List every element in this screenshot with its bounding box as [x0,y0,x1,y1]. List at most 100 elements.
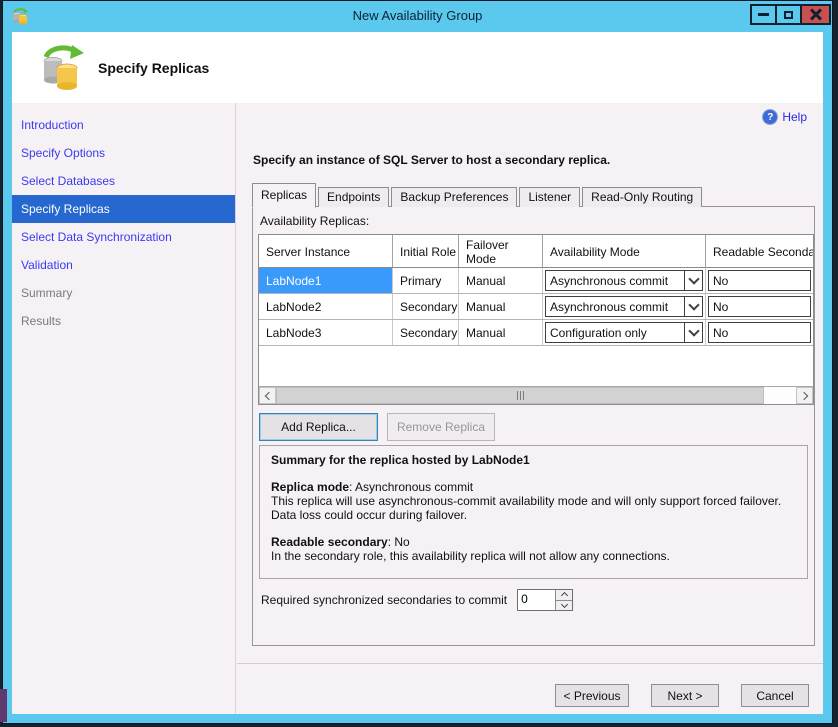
tab-endpoints[interactable]: Endpoints [318,187,389,207]
chevron-up-icon [561,592,568,599]
sidebar-item-specify-options[interactable]: Specify Options [12,139,235,167]
readable-secondary-dropdown[interactable]: No [708,322,811,343]
grid-empty-area [259,346,813,386]
maximize-icon [784,11,793,19]
spinner-value[interactable]: 0 [518,590,555,610]
tab-read-only-routing[interactable]: Read-Only Routing [582,187,702,207]
chevron-left-icon [264,391,272,399]
tab-strip: Replicas Endpoints Backup Preferences Li… [252,184,704,207]
minimize-button[interactable] [750,4,777,25]
cell-server-instance[interactable]: LabNode3 [259,320,393,345]
sidebar-item-validation[interactable]: Validation [12,251,235,279]
spinner-up-button[interactable] [556,590,572,601]
remove-replica-button: Remove Replica [387,413,495,441]
grip-icon [520,391,521,400]
availability-replicas-grid: Server Instance Initial Role Failover Mo… [258,234,814,405]
summary-readable-desc: In the secondary role, this availability… [271,549,796,563]
chevron-down-icon[interactable] [684,323,702,342]
summary-title: Summary for the replica hosted by LabNod… [271,453,796,467]
dropdown-value: Asynchronous commit [546,274,684,288]
wizard-header: Specify Replicas [12,32,823,103]
dropdown-value: Asynchronous commit [546,300,684,314]
chevron-down-icon [561,601,568,608]
required-secondaries-spinner[interactable]: 0 [517,589,573,611]
scrollbar-thumb[interactable] [276,387,764,404]
scroll-right-button[interactable] [796,387,813,404]
dialog-window: New Availability Group Specify Replicas [2,0,833,724]
cell-failover-mode[interactable]: Manual [459,320,543,345]
footer-divider [237,663,823,664]
availability-mode-dropdown[interactable]: Asynchronous commit [545,296,703,317]
replica-buttons: Add Replica... Remove Replica [259,413,495,441]
dialog-pane: Specify Replicas Introduction Specify Op… [12,32,823,714]
window-title: New Availability Group [3,8,832,23]
summary-replica-mode-desc: This replica will use asynchronous-commi… [271,494,796,522]
chevron-right-icon [799,391,807,399]
cancel-button[interactable]: Cancel [741,684,809,707]
cell-initial-role[interactable]: Secondary [393,320,459,345]
column-header-failover-mode[interactable]: Failover Mode [459,235,543,267]
dropdown-value: Configuration only [546,326,684,340]
tab-replicas[interactable]: Replicas [252,183,316,208]
cell-initial-role[interactable]: Primary [393,268,459,293]
window-controls [752,4,831,25]
column-header-availability-mode[interactable]: Availability Mode [543,235,706,267]
instruction-text: Specify an instance of SQL Server to hos… [253,153,610,167]
sidebar-item-introduction[interactable]: Introduction [12,111,235,139]
required-secondaries-row: Required synchronized secondaries to com… [261,589,573,611]
sidebar-item-specify-replicas[interactable]: Specify Replicas [12,195,235,223]
desktop-background-patch [0,689,7,722]
availability-mode-dropdown[interactable]: Asynchronous commit [545,270,703,291]
replica-summary-box: Summary for the replica hosted by LabNod… [259,445,808,579]
tab-listener[interactable]: Listener [519,187,580,207]
cell-readable-secondary: No [706,320,813,345]
table-row-labnode2: LabNode2 Secondary Manual Asynchronous c… [259,294,813,320]
table-row-labnode3: LabNode3 Secondary Manual Configuration … [259,320,813,346]
cell-initial-role[interactable]: Secondary [393,294,459,319]
spinner-down-button[interactable] [556,601,572,611]
close-icon [810,9,822,20]
cell-availability-mode: Configuration only [543,320,706,345]
chevron-down-icon[interactable] [684,271,702,290]
cell-failover-mode[interactable]: Manual [459,268,543,293]
help-link[interactable]: ? Help [762,109,807,125]
summary-readable-line: Readable secondary: No [271,535,796,549]
column-header-server-instance[interactable]: Server Instance [259,235,393,267]
readable-secondary-dropdown[interactable]: No [708,296,811,317]
replicas-database-icon [39,44,85,92]
close-button[interactable] [800,4,831,25]
spinner-buttons [555,590,572,610]
scroll-left-button[interactable] [259,387,276,404]
titlebar[interactable]: New Availability Group [3,1,832,32]
page-title: Specify Replicas [98,60,209,76]
grid-header-row: Server Instance Initial Role Failover Mo… [259,235,813,268]
column-header-readable-secondary[interactable]: Readable Secondar [706,235,813,267]
help-label: Help [782,110,807,124]
required-secondaries-label: Required synchronized secondaries to com… [261,593,507,607]
cell-availability-mode: Asynchronous commit [543,294,706,319]
sidebar-item-select-databases[interactable]: Select Databases [12,167,235,195]
readable-secondary-label: Readable secondary [271,535,388,549]
availability-replicas-label: Availability Replicas: [260,214,369,228]
scrollbar-track[interactable] [764,387,796,404]
previous-button[interactable]: < Previous [555,684,629,707]
replica-mode-value: : Asynchronous commit [349,480,473,494]
tab-backup-preferences[interactable]: Backup Preferences [391,187,517,207]
cell-failover-mode[interactable]: Manual [459,294,543,319]
availability-mode-dropdown[interactable]: Configuration only [545,322,703,343]
next-button[interactable]: Next > [651,684,719,707]
cell-server-instance[interactable]: LabNode2 [259,294,393,319]
column-header-initial-role[interactable]: Initial Role [393,235,459,267]
cell-availability-mode: Asynchronous commit [543,268,706,293]
sidebar-item-results: Results [12,307,235,335]
cell-server-instance[interactable]: LabNode1 [259,268,393,293]
minimize-icon [758,13,769,16]
cell-readable-secondary: No [706,268,813,293]
wizard-steps-sidebar: Introduction Specify Options Select Data… [12,103,236,714]
readable-secondary-dropdown[interactable]: No [708,270,811,291]
sidebar-item-select-data-synchronization[interactable]: Select Data Synchronization [12,223,235,251]
maximize-button[interactable] [775,4,802,25]
chevron-down-icon[interactable] [684,297,702,316]
content-area: ? Help Specify an instance of SQL Server… [237,103,823,714]
add-replica-button[interactable]: Add Replica... [259,413,378,441]
